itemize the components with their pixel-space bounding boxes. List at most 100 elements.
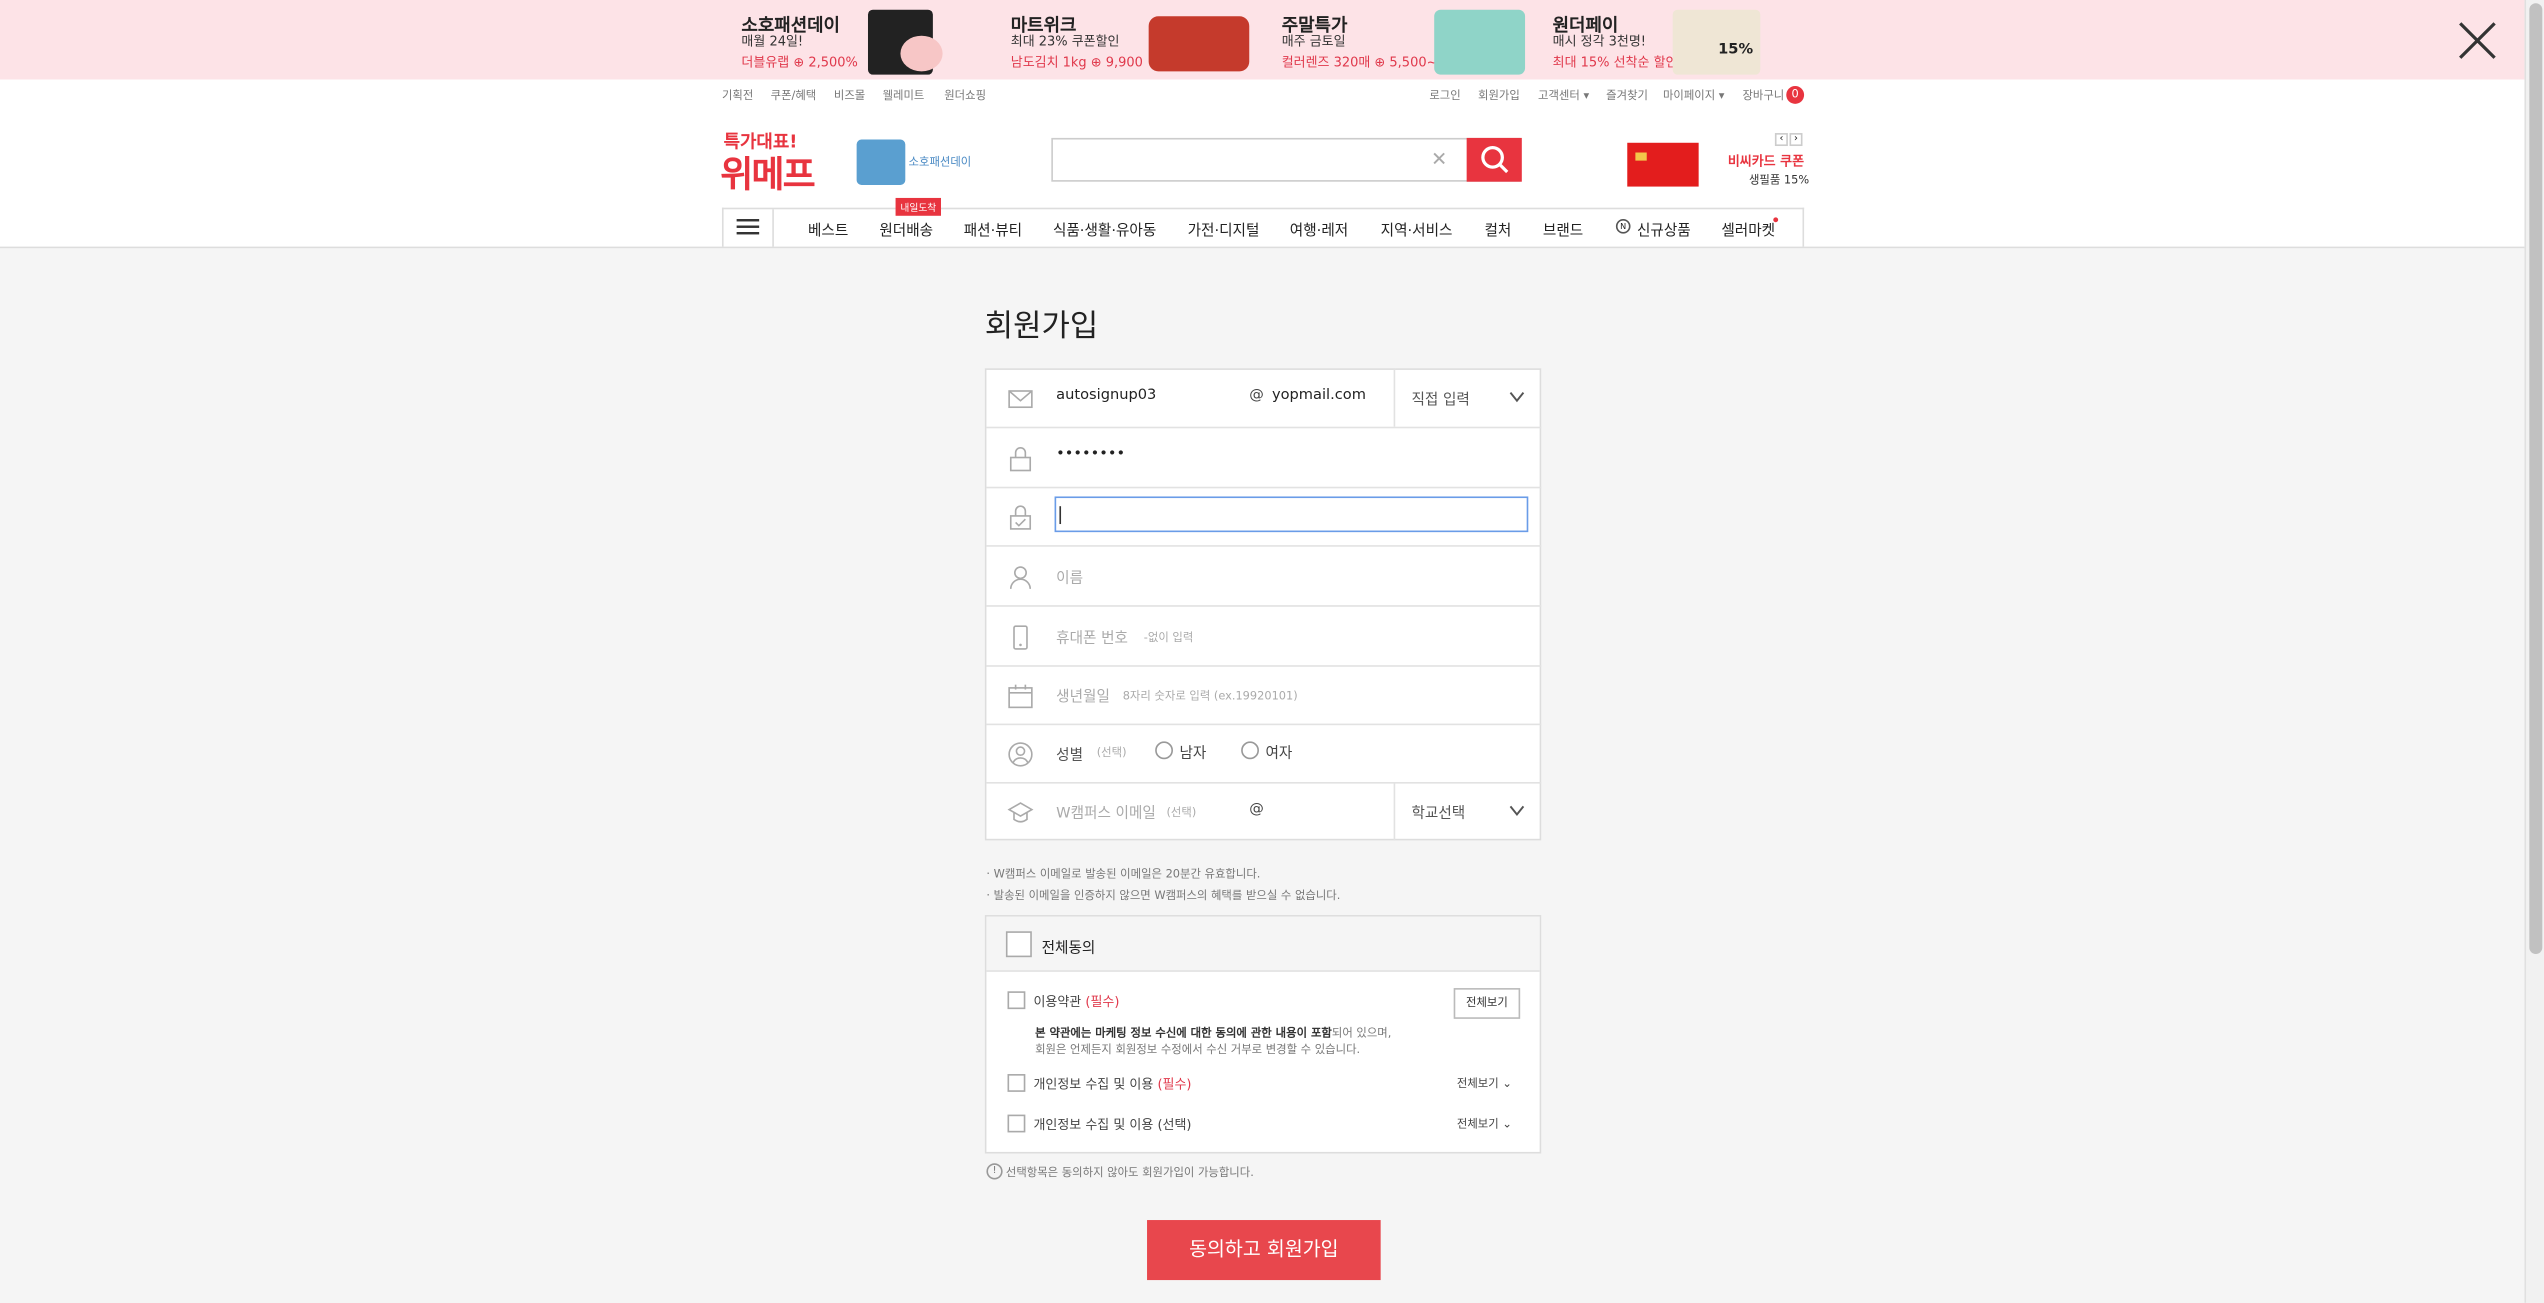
promo-price: 더블유랩 ⊕ 2,500% — [741, 55, 858, 70]
radio-male-label[interactable]: 남자 — [1179, 741, 1206, 762]
privacy-required-view-all[interactable]: 전체보기 ⌄ — [1457, 1076, 1512, 1092]
nav-fashion[interactable]: 패션·뷰티 — [964, 219, 1022, 240]
phone-input[interactable]: 휴대폰 번호 — [1056, 626, 1128, 647]
promo-card-weekend[interactable]: 주말특가 매주 금토일 컬러렌즈 320매 ⊕ 5,500~ — [1265, 0, 1534, 79]
nav-dot — [1773, 217, 1779, 223]
at-sign: @ — [1249, 801, 1264, 818]
promo-sub: 매주 금토일 — [1281, 34, 1346, 49]
util-link-mart[interactable]: 웰레미트 — [883, 88, 925, 104]
category-nav: 베스트 원더배송 내일도착 패션·뷰티 식품·생활·유아동 가전·디지털 여행·… — [721, 197, 1805, 247]
text-cursor — [1059, 506, 1062, 525]
radio-male[interactable] — [1155, 741, 1173, 760]
radio-female-label[interactable]: 여자 — [1265, 741, 1292, 762]
nav-digital[interactable]: 가전·디지털 — [1188, 219, 1260, 240]
scrollbar-thumb[interactable] — [2529, 3, 2543, 954]
nav-best[interactable]: 베스트 — [808, 219, 848, 240]
birth-input[interactable]: 생년월일 — [1056, 685, 1110, 706]
card-chip-icon — [1635, 152, 1647, 161]
promo-banner-strip: 소호패션데이 매월 24일! 더블유랩 ⊕ 2,500% 마트위크 최대 23%… — [0, 0, 2525, 80]
promo-card-wonderpay[interactable]: 원더페이 매시 정각 3천명! 최대 15% 선착순 할인! 15% — [1536, 0, 1805, 79]
new-icon: N — [1615, 219, 1631, 234]
util-signup[interactable]: 회원가입 — [1478, 88, 1520, 104]
lock-check-icon — [1009, 505, 1032, 530]
nav-new[interactable]: 신규상품 — [1637, 219, 1691, 240]
util-cart[interactable]: 장바구니 — [1742, 88, 1784, 104]
email-domain-input[interactable]: yopmail.com — [1272, 388, 1366, 404]
lock-icon — [1009, 447, 1032, 472]
required-tag: (필수) — [1085, 994, 1120, 1010]
nav-badge: 내일도착 — [895, 197, 942, 216]
card-promo-title[interactable]: 비씨카드 쿠폰 — [1728, 153, 1804, 171]
close-icon[interactable] — [2458, 21, 2497, 60]
util-login[interactable]: 로그인 — [1429, 88, 1460, 104]
submit-signup-button[interactable]: 동의하고 회원가입 — [1147, 1220, 1381, 1281]
gender-icon — [1008, 742, 1033, 767]
privacy-optional-label[interactable]: 개인정보 수집 및 이용 (선택) — [1033, 1116, 1191, 1134]
promo-sub: 매시 정각 3천명! — [1552, 34, 1647, 49]
promo-card-mart[interactable]: 마트위크 최대 23% 쿠폰할인 남도김치 1kg ⊕ 9,900 — [995, 0, 1264, 79]
banner-label[interactable]: 소호패션데이 — [909, 154, 972, 170]
chevron-down-icon[interactable] — [1509, 805, 1525, 818]
password-input[interactable]: •••••••• — [1056, 446, 1125, 462]
nav-brand[interactable]: 브랜드 — [1543, 219, 1583, 240]
calendar-icon — [1008, 684, 1033, 709]
terms-label[interactable]: 이용약관 (필수) — [1033, 993, 1119, 1011]
birth-row: 생년월일 8자리 숫자로 입력 (ex.19920101) — [986, 665, 1542, 726]
email-id-input[interactable]: autosignup03 — [1056, 388, 1156, 404]
util-link-coupon[interactable]: 쿠폰/혜택 — [771, 88, 817, 104]
chevron-right-icon[interactable]: › — [1789, 133, 1803, 147]
agree-all-checkbox[interactable] — [1005, 931, 1032, 958]
privacy-required-checkbox[interactable] — [1007, 1074, 1026, 1092]
nav-local[interactable]: 지역·서비스 — [1381, 219, 1453, 240]
terms-desc-rest: 되어 있으며, — [1331, 1026, 1392, 1040]
privacy-required-label[interactable]: 개인정보 수집 및 이용 (필수) — [1033, 1076, 1191, 1094]
wcampus-note-1: · W캠퍼스 이메일로 발송된 이메일은 20분간 유효합니다. — [986, 867, 1261, 881]
util-link-plan[interactable]: 기획전 — [722, 88, 753, 104]
util-bookmark[interactable]: 즐겨찾기 — [1606, 88, 1648, 104]
nav-seller[interactable]: 셀러마켓 — [1721, 219, 1775, 240]
scrollbar[interactable] — [2524, 0, 2544, 1303]
divider — [1393, 781, 1396, 841]
agree-all-label[interactable]: 전체동의 — [1042, 936, 1096, 957]
promo-sub: 매월 24일! — [741, 34, 804, 49]
school-select[interactable]: 학교선택 — [1411, 801, 1465, 822]
util-link-wonder[interactable]: 원더쇼핑 — [944, 88, 986, 104]
name-input[interactable]: 이름 — [1056, 566, 1083, 587]
radio-female[interactable] — [1241, 741, 1259, 760]
nav-travel[interactable]: 여행·레저 — [1290, 219, 1348, 240]
wcampus-row: W캠퍼스 이메일 (선택) @ 학교선택 — [986, 781, 1541, 842]
promo-price: 최대 15% 선착순 할인! — [1552, 55, 1683, 70]
util-mypage[interactable]: 마이페이지 ▾ — [1663, 88, 1725, 104]
phone-icon — [1013, 625, 1028, 650]
mail-icon — [1008, 390, 1033, 409]
promo-card-soho[interactable]: 소호패션데이 매월 24일! 더블유랩 ⊕ 2,500% — [725, 0, 994, 79]
wcampus-optional: (선택) — [1166, 806, 1197, 820]
password-confirm-input[interactable] — [1054, 496, 1529, 533]
cart-count-badge: 0 — [1786, 85, 1805, 104]
nav-culture[interactable]: 컬처 — [1484, 219, 1511, 240]
nav-food[interactable]: 식품·생활·유아동 — [1053, 219, 1156, 240]
chevron-down-icon[interactable] — [1509, 391, 1525, 404]
name-row: 이름 — [986, 547, 1542, 607]
required-tag: (필수) — [1157, 1077, 1192, 1092]
util-link-biz[interactable]: 비즈몰 — [834, 88, 865, 104]
terms-desc-bold: 본 약관에는 마케팅 정보 수신에 대한 동의에 관한 내용이 포함 — [1035, 1026, 1332, 1040]
optional-footnote: 선택항목은 동의하지 않아도 회원가입이 가능합니다. — [1005, 1166, 1254, 1180]
util-support[interactable]: 고객센터 ▾ — [1538, 88, 1589, 104]
terms-view-all-button[interactable]: 전체보기 — [1453, 988, 1521, 1019]
search-input[interactable] — [1051, 137, 1521, 182]
graduation-cap-icon — [1007, 802, 1034, 823]
logo[interactable]: 위메프 — [720, 146, 815, 198]
domain-select[interactable]: 직접 입력 — [1411, 388, 1469, 409]
search-button[interactable] — [1466, 137, 1522, 182]
wcampus-input[interactable]: W캠퍼스 이메일 — [1056, 801, 1156, 822]
promo-badge: 15% — [1718, 42, 1754, 59]
privacy-optional-checkbox[interactable] — [1007, 1114, 1026, 1133]
terms-checkbox[interactable] — [1007, 991, 1026, 1010]
privacy-optional-view-all[interactable]: 전체보기 ⌄ — [1457, 1116, 1512, 1132]
nav-divider — [772, 209, 774, 247]
chevron-left-icon[interactable]: ‹ — [1774, 133, 1788, 147]
clear-icon[interactable]: ✕ — [1431, 148, 1447, 171]
nav-wonder-delivery[interactable]: 원더배송 — [879, 219, 933, 240]
menu-icon[interactable] — [736, 217, 760, 236]
